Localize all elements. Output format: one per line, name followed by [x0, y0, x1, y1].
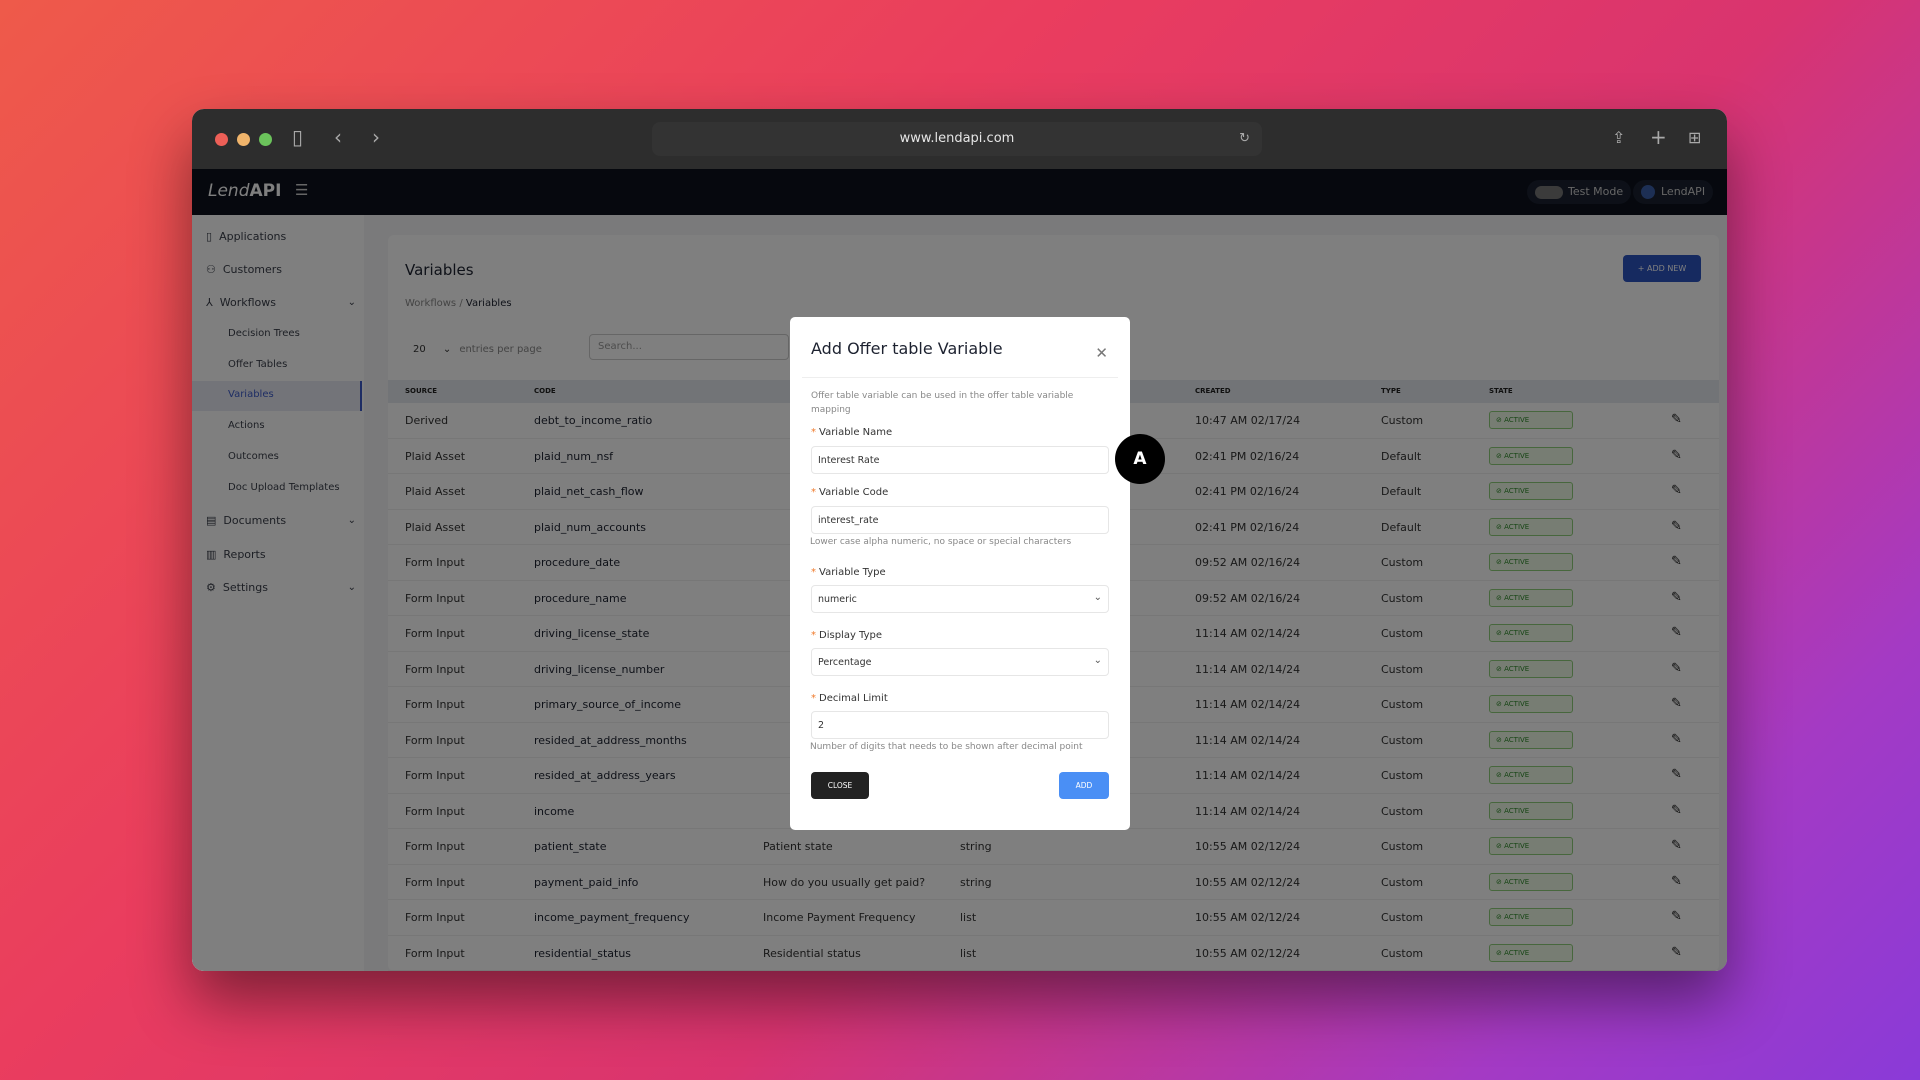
- decimal-limit-label: * Decimal Limit: [811, 693, 888, 704]
- chevron-down-icon: ⌄: [1093, 655, 1102, 666]
- new-tab-icon[interactable]: +: [1650, 125, 1667, 149]
- tab-overview-icon[interactable]: ⊞: [1688, 128, 1701, 147]
- sidebar-toggle-icon[interactable]: ▯: [292, 125, 303, 149]
- add-variable-modal: Add Offer table Variable ✕ Offer table v…: [790, 317, 1130, 830]
- variable-name-input[interactable]: Interest Rate: [811, 446, 1109, 474]
- decimal-limit-input[interactable]: 2: [811, 711, 1109, 739]
- add-button[interactable]: ADD: [1059, 772, 1109, 799]
- display-type-label: * Display Type: [811, 630, 883, 641]
- chevron-down-icon: ⌄: [1093, 592, 1102, 603]
- display-type-select[interactable]: Percentage ⌄: [811, 648, 1109, 676]
- divider: [802, 377, 1118, 378]
- decimal-limit-hint: Number of digits that needs to be shown …: [810, 742, 1083, 752]
- modal-description: Offer table variable can be used in the …: [811, 391, 1074, 415]
- forward-icon[interactable]: ›: [372, 125, 380, 149]
- back-icon[interactable]: ‹: [334, 125, 342, 149]
- close-icon[interactable]: ✕: [1095, 344, 1108, 362]
- modal-title: Add Offer table Variable: [811, 339, 1003, 358]
- close-window-button[interactable]: [215, 133, 228, 146]
- browser-toolbar: ▯ ‹ › www.lendapi.com ↻ ⇪ + ⊞: [192, 109, 1727, 169]
- minimize-window-button[interactable]: [237, 133, 250, 146]
- maximize-window-button[interactable]: [259, 133, 272, 146]
- close-button[interactable]: CLOSE: [811, 772, 869, 799]
- reload-icon[interactable]: ↻: [1239, 122, 1250, 156]
- variable-name-label: * Variable Name: [811, 427, 893, 438]
- url-text: www.lendapi.com: [899, 131, 1015, 146]
- address-bar[interactable]: www.lendapi.com ↻: [652, 122, 1262, 156]
- share-icon[interactable]: ⇪: [1612, 128, 1625, 147]
- variable-type-label: * Variable Type: [811, 567, 886, 578]
- variable-code-hint: Lower case alpha numeric, no space or sp…: [810, 537, 1072, 547]
- variable-code-input[interactable]: interest_rate: [811, 506, 1109, 534]
- annotation-marker: A: [1115, 434, 1165, 484]
- variable-code-label: * Variable Code: [811, 487, 889, 498]
- variable-type-select[interactable]: numeric ⌄: [811, 585, 1109, 613]
